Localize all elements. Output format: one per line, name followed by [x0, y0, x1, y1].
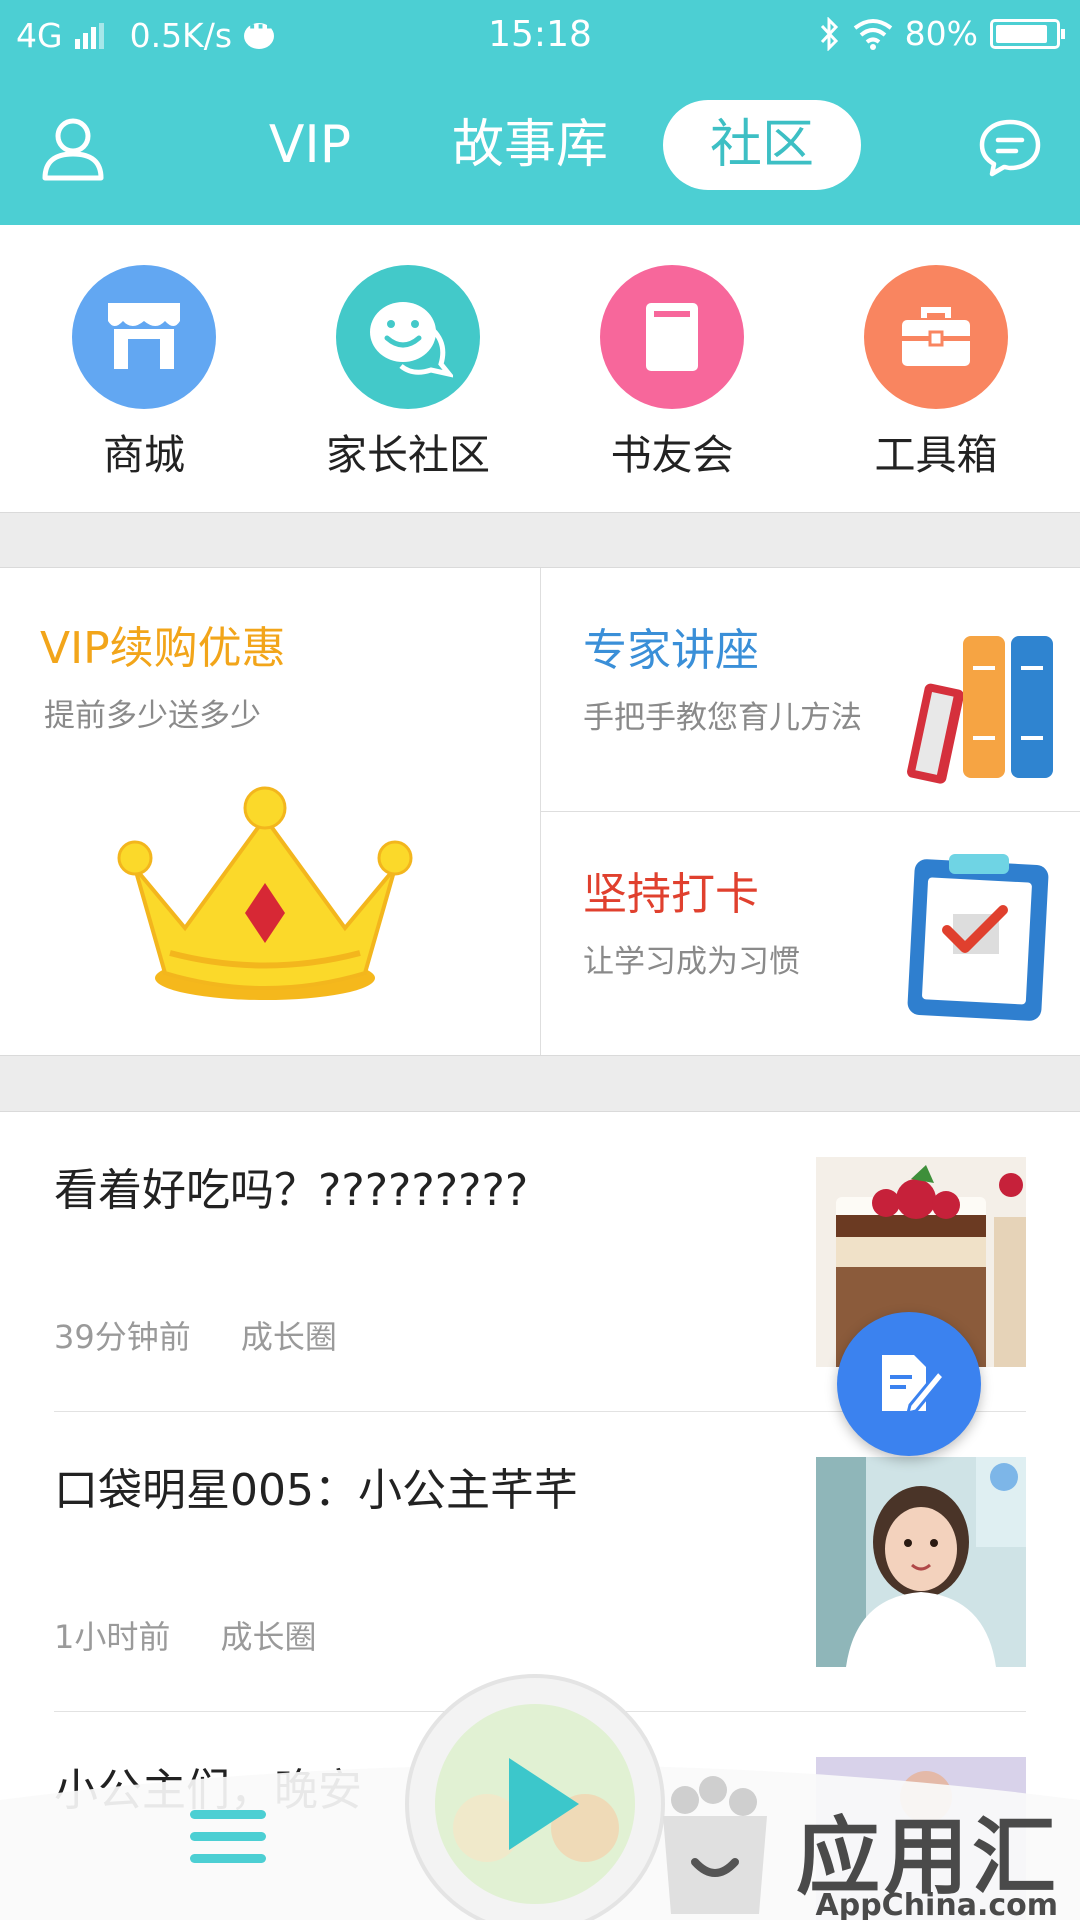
feed-item[interactable]: 口袋明星005：小公主芊芊 1小时前 成长圈 — [54, 1412, 1026, 1712]
check-in-subtitle: 让学习成为习惯 — [583, 944, 800, 980]
vip-renewal-title: VIP续购优惠 — [40, 623, 286, 674]
message-icon[interactable] — [978, 118, 1042, 178]
tab-story-library[interactable]: 故事库 — [430, 100, 630, 190]
compose-post-button[interactable] — [837, 1312, 981, 1456]
watermark-subtitle: AppChina.com — [815, 1888, 1058, 1920]
feed-item-tag: 成长圈 — [240, 1318, 337, 1356]
feed-item-title: 看着好吃吗？????????? — [54, 1165, 529, 1216]
feed-item-time: 39分钟前 — [54, 1318, 191, 1356]
expert-lecture-card[interactable]: 专家讲座 手把手教您育儿方法 — [541, 568, 1080, 811]
appchina-watermark: 应用汇 AppChina.com — [672, 1770, 1072, 1920]
edit-note-icon — [882, 1355, 947, 1416]
feed-item-time: 1小时前 — [54, 1618, 171, 1656]
top-header: 4G 0.5K/s 15:18 80% VIP 故事库 社区 — [0, 0, 1080, 225]
store-icon — [72, 265, 216, 409]
bottom-bar: 应用汇 AppChina.com — [0, 1674, 1080, 1920]
quick-link-label: 家长社区 — [326, 431, 490, 479]
expert-lecture-subtitle: 手把手教您育儿方法 — [583, 700, 862, 736]
play-icon — [435, 1704, 635, 1904]
bluetooth-icon — [820, 16, 838, 51]
crown-icon — [117, 786, 413, 1000]
quick-link-label: 商城 — [103, 431, 185, 479]
feed-item-title: 口袋明星005：小公主芊芊 — [54, 1465, 578, 1516]
quick-links: 商城 家长社区 书友会 工具箱 — [0, 225, 1080, 512]
books-icon — [907, 636, 1053, 784]
wifi-icon — [853, 18, 892, 50]
feed-item-meta: 1小时前 成长圈 — [54, 1612, 357, 1658]
quick-link-toolbox[interactable]: 工具箱 — [804, 265, 1068, 481]
feed-item-thumbnail — [816, 1457, 1026, 1667]
section-divider — [0, 1055, 1080, 1112]
feed-item-tag: 成长圈 — [220, 1618, 317, 1656]
toolbox-icon — [864, 265, 1008, 409]
quick-link-book-club[interactable]: 书友会 — [540, 265, 804, 481]
expert-lecture-title: 专家讲座 — [583, 625, 759, 676]
main-nav: VIP 故事库 社区 — [0, 90, 1080, 200]
quick-link-store[interactable]: 商城 — [12, 265, 276, 481]
book-icon — [600, 265, 744, 409]
quick-link-label: 工具箱 — [874, 431, 998, 479]
smiley-chat-icon — [336, 265, 480, 409]
vip-renewal-subtitle: 提前多少送多少 — [44, 698, 261, 734]
user-profile-icon[interactable] — [40, 116, 106, 182]
check-in-card[interactable]: 坚持打卡 让学习成为习惯 — [541, 812, 1080, 1055]
menu-icon[interactable] — [190, 1810, 266, 1870]
quick-link-label: 书友会 — [610, 431, 734, 479]
quick-link-parent-community[interactable]: 家长社区 — [276, 265, 540, 481]
feed-item-meta: 39分钟前 成长圈 — [54, 1312, 377, 1358]
clipboard-check-icon — [907, 854, 1049, 1021]
play-button[interactable] — [405, 1674, 665, 1920]
vip-renewal-card[interactable]: VIP续购优惠 提前多少送多少 — [0, 568, 540, 1055]
tab-vip[interactable]: VIP — [240, 100, 380, 190]
status-bar: 4G 0.5K/s 15:18 80% — [0, 0, 1080, 70]
tab-community[interactable]: 社区 — [663, 100, 861, 190]
section-divider — [0, 512, 1080, 568]
promo-grid: VIP续购优惠 提前多少送多少 专家讲座 手把手教您育儿方法 坚持打卡 让学习成… — [0, 568, 1080, 1055]
battery-percent: 80% — [904, 14, 978, 53]
check-in-title: 坚持打卡 — [583, 869, 759, 920]
battery-icon — [990, 18, 1065, 49]
